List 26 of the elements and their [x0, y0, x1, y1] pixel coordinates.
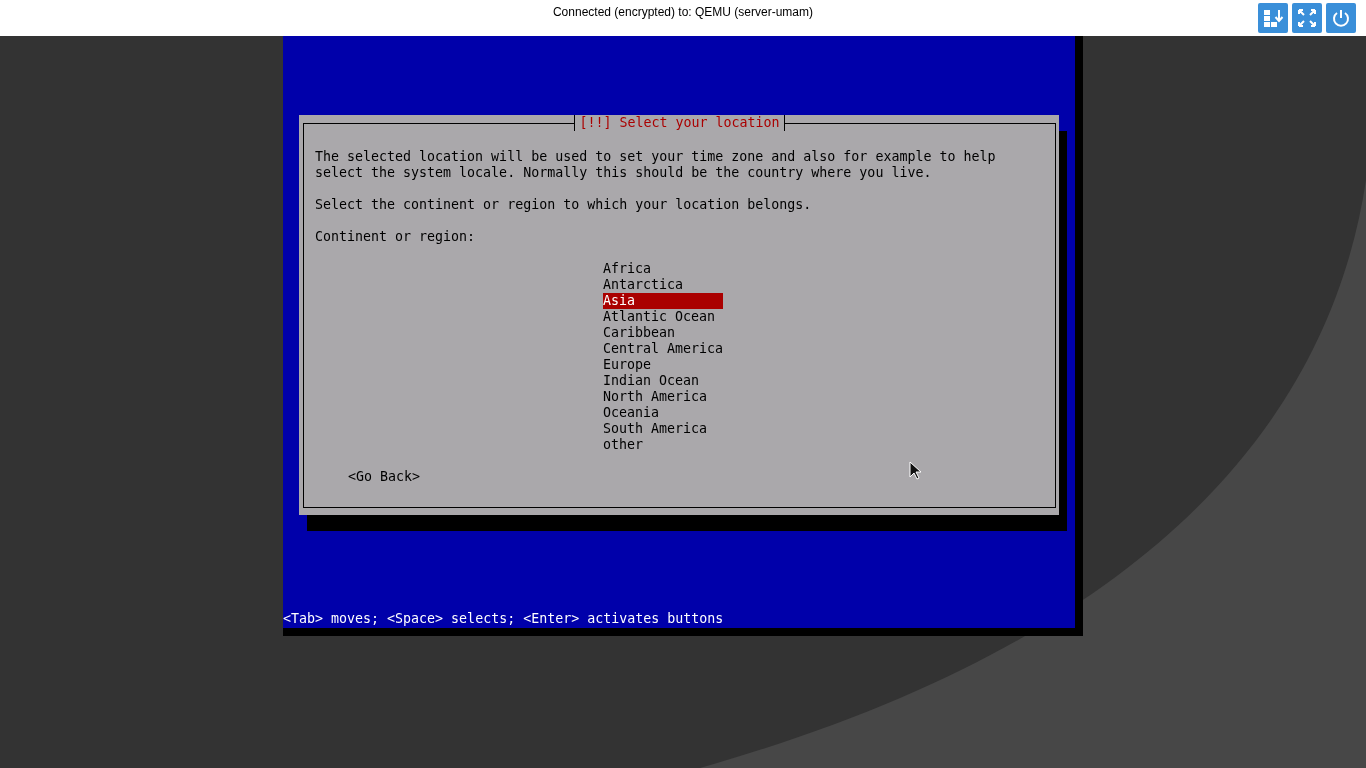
power-icon [1330, 7, 1352, 29]
mouse-pointer-icon [909, 461, 921, 480]
region-option[interactable]: Caribbean [603, 325, 723, 341]
region-option[interactable]: Oceania [603, 405, 723, 421]
region-option[interactable]: North America [603, 389, 723, 405]
go-back-button[interactable]: <Go Back> [348, 469, 421, 485]
instruction-text: Select the continent or region to which your location belongs. [315, 197, 813, 213]
region-option[interactable]: other [603, 437, 723, 453]
region-option[interactable]: Antarctica [603, 277, 723, 293]
region-option[interactable]: Europe [603, 357, 723, 373]
dialog-title: [!!] Select your location [574, 115, 785, 131]
instruction-text: The selected location will be used to set your time zone and also for example to help select the system locale. Normally this should be the country where you live. [315, 149, 997, 181]
region-option[interactable]: South America [603, 421, 723, 437]
fullscreen-icon [1296, 7, 1318, 29]
blocks-arrow-icon [1262, 7, 1284, 29]
fullscreen-button[interactable] [1292, 3, 1322, 33]
region-option[interactable]: Atlantic Ocean [603, 309, 723, 325]
region-option[interactable]: Asia [603, 293, 723, 309]
power-button[interactable] [1326, 3, 1356, 33]
help-line: <Tab> moves; <Space> selects; <Enter> activates buttons [283, 611, 725, 627]
region-option[interactable]: Indian Ocean [603, 373, 723, 389]
prompt-text: Continent or region: [315, 229, 477, 245]
toolbar-button[interactable] [1258, 3, 1288, 33]
region-option[interactable]: Africa [603, 261, 723, 277]
connection-title: Connected (encrypted) to: QEMU (server-umam) [552, 5, 814, 19]
region-option[interactable]: Central America [603, 341, 723, 357]
